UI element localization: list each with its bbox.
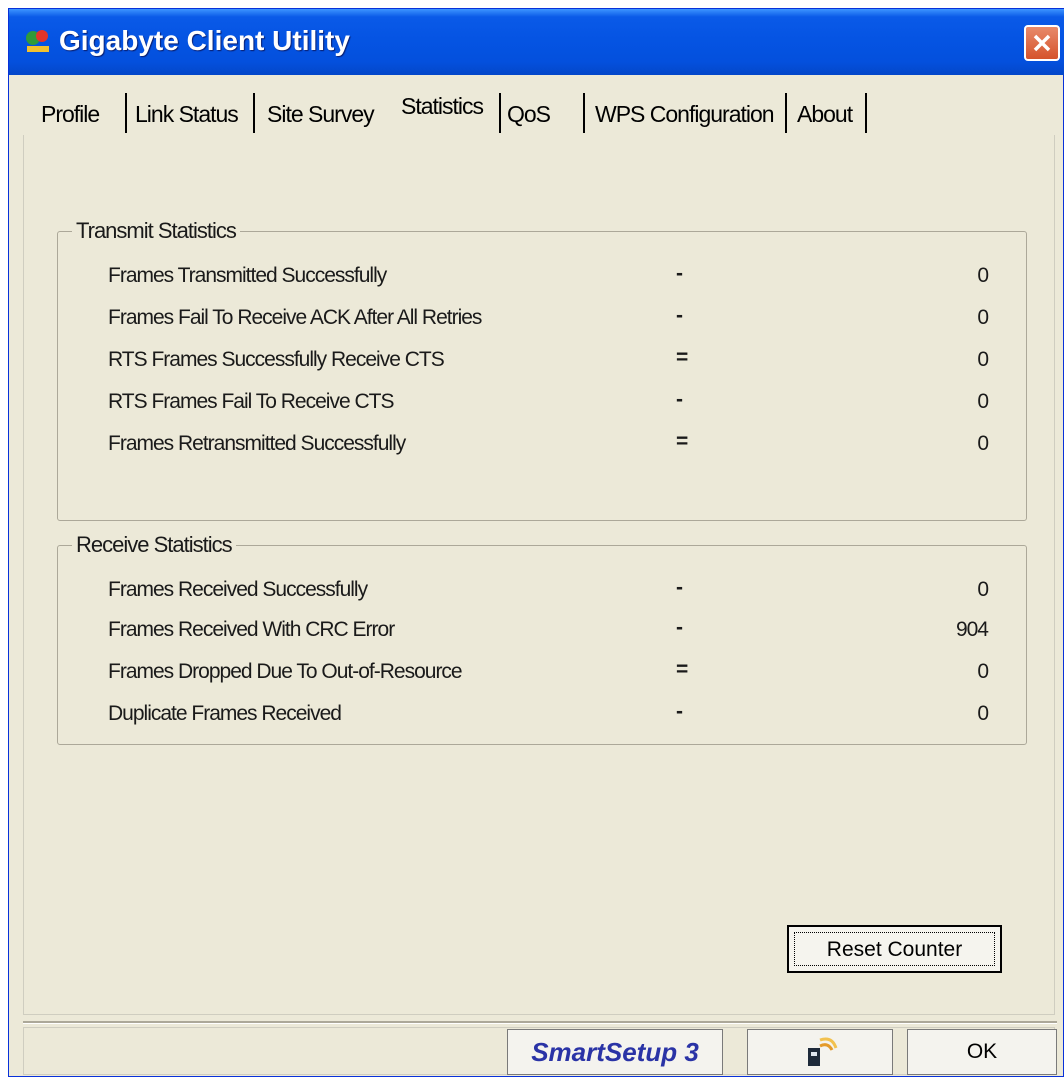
close-button[interactable] <box>1024 25 1060 61</box>
stat-label: Frames Dropped Due To Out-of-Resource <box>108 660 463 683</box>
tab-divider <box>253 93 255 133</box>
reset-counter-button[interactable]: Reset Counter <box>787 925 1002 973</box>
tab-about[interactable]: About <box>797 97 853 131</box>
stat-value: 0 <box>977 264 989 287</box>
stat-value: 0 <box>977 660 989 683</box>
app-icon <box>26 30 49 52</box>
stat-value: 0 <box>977 390 989 413</box>
tab-bar: Profile Link Status Site Survey Statisti… <box>29 89 1059 135</box>
footer-divider <box>23 1021 1057 1024</box>
receive-statistics-group: Receive Statistics Frames Received Succe… <box>57 532 1027 745</box>
tab-divider <box>499 93 501 133</box>
stat-value: 0 <box>977 578 989 601</box>
stat-label: Frames Transmitted Successfully <box>108 264 387 287</box>
stat-label: Frames Retransmitted Successfully <box>108 432 406 455</box>
stat-value: 0 <box>977 306 989 329</box>
stat-label: RTS Frames Successfully Receive CTS <box>108 348 445 371</box>
stat-separator: - <box>676 388 683 411</box>
reset-counter-label: Reset Counter <box>794 932 995 966</box>
tab-link-status[interactable]: Link Status <box>135 97 239 131</box>
stat-separator: - <box>676 616 683 639</box>
tab-divider <box>785 93 787 133</box>
stat-label: Frames Received Successfully <box>108 578 368 601</box>
close-icon <box>1033 34 1051 52</box>
tab-statistics[interactable]: Statistics <box>401 89 484 123</box>
tab-divider <box>583 93 585 133</box>
tab-qos[interactable]: QoS <box>507 97 551 131</box>
title-bar[interactable]: Gigabyte Client Utility <box>9 9 1064 75</box>
stat-value: 904 <box>955 618 989 641</box>
device-button[interactable] <box>747 1029 893 1075</box>
ok-button[interactable]: OK <box>907 1029 1057 1075</box>
stat-value: 0 <box>977 348 989 371</box>
stat-separator: - <box>676 576 683 599</box>
stat-value: 0 <box>977 432 989 455</box>
smartsetup-button[interactable]: SmartSetup 3 <box>507 1029 723 1075</box>
stat-label: Duplicate Frames Received <box>108 702 342 725</box>
stat-separator: - <box>676 262 683 285</box>
tab-divider <box>125 93 127 133</box>
main-window: Gigabyte Client Utility Profile Link Sta… <box>8 8 1064 1077</box>
stat-separator: = <box>676 430 688 453</box>
wireless-device-icon <box>808 1037 838 1066</box>
transmit-statistics-group: Transmit Statistics Frames Transmitted S… <box>57 218 1027 521</box>
stat-separator: - <box>676 700 683 723</box>
stat-value: 0 <box>977 702 989 725</box>
stat-separator: - <box>676 304 683 327</box>
tab-wps-configuration[interactable]: WPS Configuration <box>595 97 775 131</box>
stat-separator: = <box>676 658 688 681</box>
window-title: Gigabyte Client Utility <box>59 25 350 56</box>
transmit-statistics-title: Transmit Statistics <box>72 218 240 244</box>
stat-label: RTS Frames Fail To Receive CTS <box>108 390 394 413</box>
receive-statistics-title: Receive Statistics <box>72 532 236 558</box>
stat-label: Frames Fail To Receive ACK After All Ret… <box>108 306 482 329</box>
tab-profile[interactable]: Profile <box>41 97 100 131</box>
tab-site-survey[interactable]: Site Survey <box>267 97 375 131</box>
stat-separator: = <box>676 346 688 369</box>
tab-divider <box>865 93 867 133</box>
stat-label: Frames Received With CRC Error <box>108 618 395 641</box>
